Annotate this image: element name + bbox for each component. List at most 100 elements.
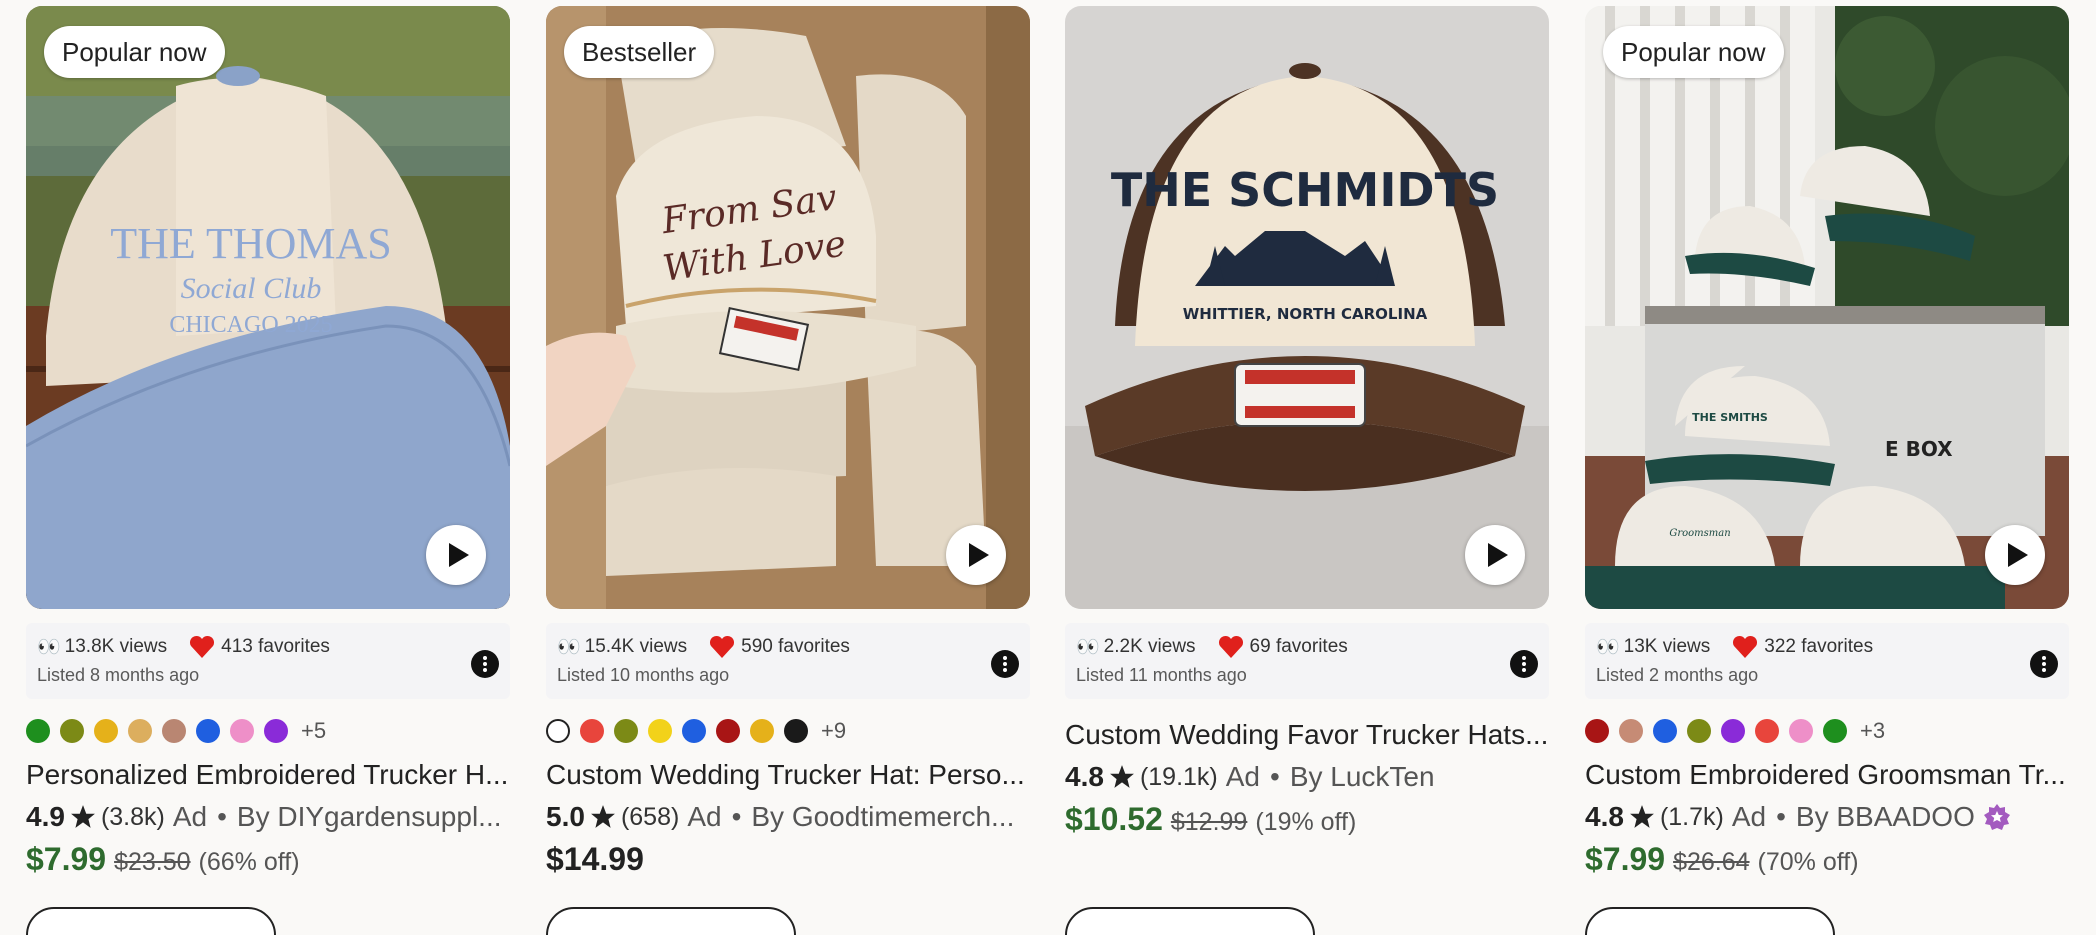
add-to-cart-button[interactable] — [546, 907, 796, 935]
view-count: 15.4K views — [584, 636, 688, 657]
price: $14.99 — [546, 841, 644, 877]
svg-text:WHITTIER, NORTH CAROLINA: WHITTIER, NORTH CAROLINA — [1183, 305, 1428, 323]
color-swatch[interactable] — [1585, 719, 1609, 743]
color-swatch[interactable] — [580, 719, 604, 743]
favorite-count: 69 favorites — [1249, 636, 1348, 657]
cap-image: E BOX THE SMITHS Groomsman — [1585, 6, 2069, 609]
play-icon — [2008, 543, 2028, 567]
color-swatch[interactable] — [682, 719, 706, 743]
listing-stats: 👀 13.8K views 413 favorites Listed 8 mon… — [26, 623, 510, 699]
review-count: (19.1k) — [1139, 763, 1218, 791]
color-swatch[interactable] — [264, 719, 288, 743]
color-swatch[interactable] — [1721, 719, 1745, 743]
listed-date: Listed 8 months ago — [37, 665, 200, 685]
color-swatch[interactable] — [1755, 719, 1779, 743]
product-photo[interactable]: From Sav With Love Bestseller — [546, 6, 1030, 609]
review-count: (3.8k) — [100, 803, 165, 831]
color-swatch[interactable] — [614, 719, 638, 743]
listing-stats: 👀 2.2K views 69 favorites Listed 11 mont… — [1065, 623, 1549, 699]
color-swatch[interactable] — [750, 719, 774, 743]
sale-price: $7.99 — [26, 841, 107, 877]
rating-row: 4.8 (19.1k) Ad • By LuckTen — [1065, 759, 1549, 795]
shop-name[interactable]: By BBAADOO — [1796, 799, 1975, 835]
separator-dot: • — [731, 801, 742, 832]
listing-stats: 👀 15.4K views 590 favorites Listed 10 mo… — [546, 623, 1030, 699]
star-icon — [71, 805, 95, 828]
eyes-icon: 👀 — [37, 637, 61, 658]
product-photo[interactable]: THE THOMAS Social Club CHICAGO 2025 Popu… — [26, 6, 510, 609]
discount: (66% off) — [198, 848, 300, 876]
color-swatch[interactable] — [716, 719, 740, 743]
play-icon — [449, 543, 469, 567]
original-price: $12.99 — [1170, 808, 1248, 836]
eyes-icon: 👀 — [1076, 637, 1100, 658]
heart-icon — [1733, 635, 1758, 658]
play-video-button[interactable] — [1465, 525, 1525, 585]
color-swatches: +3 — [1585, 717, 2069, 745]
color-swatch[interactable] — [784, 719, 808, 743]
more-icon[interactable] — [991, 650, 1019, 678]
play-icon — [1488, 543, 1508, 567]
ad-label: Ad — [172, 801, 208, 832]
color-swatch[interactable] — [1653, 719, 1677, 743]
separator-dot: • — [1776, 801, 1786, 832]
svg-text:CHICAGO 2025: CHICAGO 2025 — [169, 312, 332, 338]
product-title[interactable]: Custom Embroidered Groomsman Tr... — [1585, 757, 2069, 793]
product-card[interactable]: From Sav With Love Bestseller 👀 15.4K vi… — [546, 6, 1030, 935]
more-icon[interactable] — [1510, 650, 1538, 678]
color-swatch[interactable] — [128, 719, 152, 743]
product-title[interactable]: Personalized Embroidered Trucker H... — [26, 757, 510, 793]
add-to-cart-button[interactable] — [1585, 907, 1835, 935]
more-colors-count[interactable]: +9 — [821, 718, 846, 744]
color-swatch[interactable] — [196, 719, 220, 743]
cap-image: THE SCHMIDTS WHITTIER, NORTH CAROLINA — [1065, 6, 1549, 609]
more-icon[interactable] — [471, 650, 499, 678]
color-swatch[interactable] — [94, 719, 118, 743]
ad-label: Ad — [687, 801, 722, 832]
shop-name[interactable]: By LuckTen — [1290, 759, 1435, 795]
product-card[interactable]: THE THOMAS Social Club CHICAGO 2025 Popu… — [26, 6, 510, 935]
play-video-button[interactable] — [946, 525, 1006, 585]
shop-name[interactable]: By DIYgardensuppl... — [237, 799, 502, 835]
more-colors-count[interactable]: +3 — [1860, 718, 1885, 744]
color-swatch[interactable] — [546, 719, 570, 743]
listing-stats: 👀 13K views 322 favorites Listed 2 month… — [1585, 623, 2069, 699]
price-row: $7.99 $23.50 (66% off) — [26, 841, 510, 881]
play-video-button[interactable] — [426, 525, 486, 585]
color-swatches: +5 — [26, 717, 510, 745]
heart-icon — [1218, 635, 1243, 658]
play-video-button[interactable] — [1985, 525, 2045, 585]
product-title[interactable]: Custom Wedding Favor Trucker Hats... — [1065, 717, 1549, 753]
product-card[interactable]: E BOX THE SMITHS Groomsman Popular now 👀… — [1585, 6, 2069, 935]
star-icon — [1110, 765, 1134, 788]
favorite-count: 590 favorites — [741, 636, 850, 657]
listed-date: Listed 2 months ago — [1596, 665, 1759, 685]
favorite-count: 413 favorites — [221, 636, 330, 657]
add-to-cart-button[interactable] — [1065, 907, 1315, 935]
product-photo[interactable]: E BOX THE SMITHS Groomsman Popular now — [1585, 6, 2069, 609]
color-swatch[interactable] — [1823, 719, 1847, 743]
color-swatch[interactable] — [230, 719, 254, 743]
color-swatch[interactable] — [648, 719, 672, 743]
add-to-cart-button[interactable] — [26, 907, 276, 935]
more-icon[interactable] — [2030, 650, 2058, 678]
color-swatch[interactable] — [1789, 719, 1813, 743]
view-count: 2.2K views — [1103, 636, 1196, 657]
color-swatch[interactable] — [60, 719, 84, 743]
color-swatch[interactable] — [1619, 719, 1643, 743]
shop-name[interactable]: By Goodtimemerch... — [751, 799, 1014, 835]
color-swatch[interactable] — [26, 719, 50, 743]
color-swatch[interactable] — [162, 719, 186, 743]
price-row: $10.52 $12.99 (19% off) — [1065, 801, 1549, 841]
product-title[interactable]: Custom Wedding Trucker Hat: Perso... — [546, 757, 1030, 793]
product-photo[interactable]: THE SCHMIDTS WHITTIER, NORTH CAROLINA — [1065, 6, 1549, 609]
color-swatch[interactable] — [1687, 719, 1711, 743]
product-card[interactable]: THE SCHMIDTS WHITTIER, NORTH CAROLINA 👀 … — [1065, 6, 1549, 935]
separator-dot: • — [217, 801, 227, 832]
view-count: 13K views — [1623, 636, 1711, 657]
eyes-icon: 👀 — [557, 637, 581, 658]
original-price: $23.50 — [114, 848, 191, 876]
eyes-icon: 👀 — [1596, 637, 1620, 658]
play-icon — [969, 543, 989, 567]
more-colors-count[interactable]: +5 — [301, 718, 326, 744]
